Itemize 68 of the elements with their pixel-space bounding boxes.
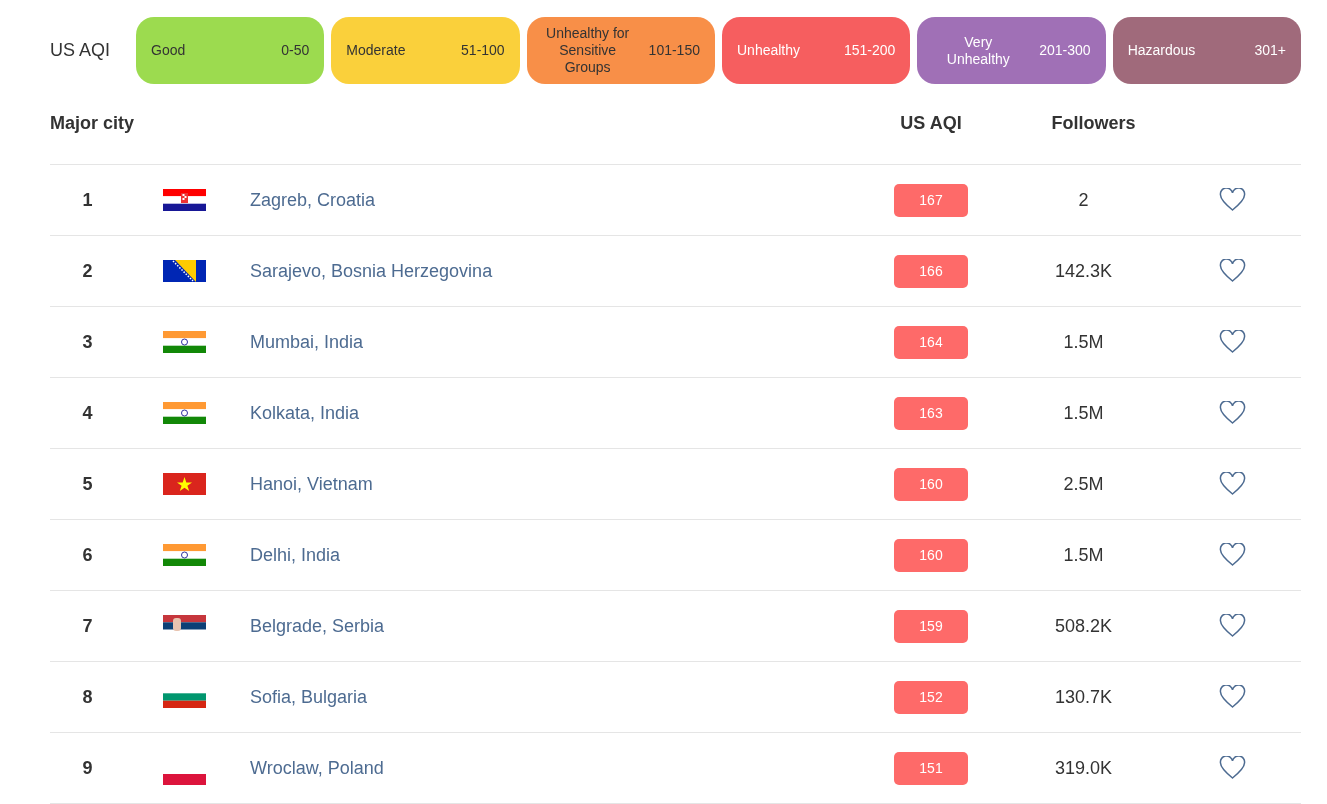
heart-icon[interactable] (1219, 472, 1246, 496)
flag-icon (163, 544, 206, 566)
rank-number: 7 (81, 614, 94, 638)
rank-number: 3 (81, 330, 94, 354)
city-link[interactable]: Hanoi, Vietnam (250, 470, 894, 498)
city-link[interactable]: Mumbai, India (250, 328, 894, 356)
column-header: Major city (50, 112, 136, 135)
aqi-badge: 160 (894, 538, 968, 572)
rank-number: 6 (81, 543, 94, 567)
heart-icon[interactable] (1219, 188, 1246, 212)
column-header: Followers (1050, 112, 1137, 135)
rank-number: 4 (81, 401, 94, 425)
level-range: 0-50 (281, 42, 310, 59)
aqi-badge: 160 (894, 467, 968, 501)
flag-icon (163, 773, 206, 785)
level-name: Moderate (346, 42, 406, 59)
level-range: 201-300 (1039, 42, 1091, 59)
heart-icon[interactable] (1219, 259, 1246, 283)
follower-count: 1.5M (1062, 543, 1105, 567)
follower-count: 319.0K (1053, 756, 1114, 780)
follower-count: 130.7K (1053, 685, 1114, 709)
level-name: Very Unhealthy (945, 33, 1011, 68)
city-link[interactable]: Sarajevo, Bosnia Herzegovina (250, 257, 894, 285)
aqi-badge: 164 (894, 325, 968, 359)
level-range: 101-150 (648, 42, 700, 59)
aqi-badge: 167 (894, 183, 968, 217)
heart-icon[interactable] (1219, 330, 1246, 354)
aqi-badge: 159 (894, 609, 968, 643)
follower-count: 508.2K (1053, 614, 1114, 638)
heart-icon[interactable] (1219, 614, 1246, 638)
level-range: 301+ (1254, 42, 1286, 59)
rank-number: 1 (81, 188, 94, 212)
city-link[interactable]: Kolkata, India (250, 399, 894, 427)
city-link[interactable]: Zagreb, Croatia (250, 186, 894, 214)
follower-count: 2.5M (1062, 472, 1105, 496)
legend-label: US AQI (50, 39, 112, 62)
heart-icon[interactable] (1219, 401, 1246, 425)
city-link[interactable]: Belgrade, Serbia (250, 612, 894, 640)
aqi-badge: 151 (894, 751, 968, 785)
flag-icon (163, 260, 206, 282)
city-link[interactable]: Wroclaw, Poland (250, 754, 894, 782)
flag-icon (163, 402, 206, 424)
rank-number: 5 (81, 472, 94, 496)
city-link[interactable]: Sofia, Bulgaria (250, 683, 894, 711)
city-link[interactable]: Delhi, India (250, 541, 894, 569)
level-name: Good (151, 42, 186, 59)
rank-number: 2 (81, 259, 94, 283)
follower-count: 2 (1077, 188, 1090, 212)
rank-number: 9 (81, 756, 94, 780)
follower-count: 1.5M (1062, 330, 1105, 354)
rank-number: 8 (81, 685, 94, 709)
level-range: 51-100 (461, 42, 505, 59)
level-range: 151-200 (843, 42, 896, 59)
flag-icon (163, 331, 206, 353)
heart-icon[interactable] (1219, 543, 1246, 567)
flag-icon (163, 473, 206, 495)
aqi-badge: 166 (894, 254, 968, 288)
flag-icon (163, 189, 206, 211)
follower-count: 1.5M (1062, 401, 1105, 425)
level-name: Unhealthy (737, 42, 801, 59)
column-header: US AQI (899, 112, 963, 135)
aqi-badge: 163 (894, 396, 968, 430)
heart-icon[interactable] (1219, 685, 1246, 709)
aqi-badge: 152 (894, 680, 968, 714)
level-name: Unhealthy for Sensitive Groups (545, 25, 631, 76)
level-name: Hazardous (1127, 42, 1196, 59)
heart-icon[interactable] (1219, 756, 1246, 780)
follower-count: 142.3K (1053, 259, 1114, 283)
